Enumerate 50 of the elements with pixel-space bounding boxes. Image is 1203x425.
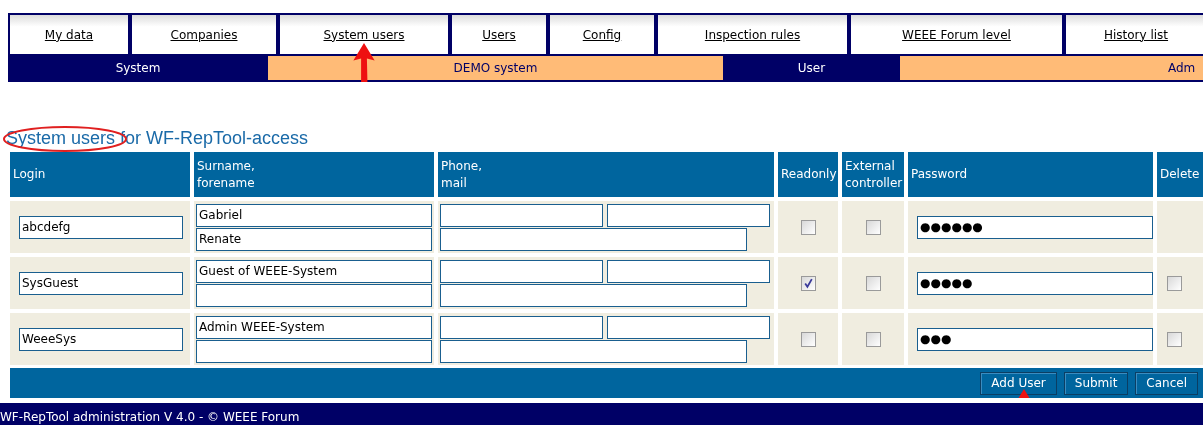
column-header: Delete xyxy=(1157,152,1203,197)
checkbox[interactable] xyxy=(865,331,881,347)
action-button[interactable]: Submit xyxy=(1063,371,1129,395)
nav-tab[interactable]: My data xyxy=(10,15,128,54)
column-header: Password xyxy=(908,152,1153,197)
input-field[interactable] xyxy=(196,339,432,363)
status-value: Adm xyxy=(900,56,1203,80)
column-header: External controller xyxy=(842,152,904,197)
checkbox[interactable] xyxy=(800,331,816,347)
input-field[interactable] xyxy=(440,339,747,363)
input-field[interactable]: ●●●●● xyxy=(917,271,1153,295)
column-header: Surname, forename xyxy=(194,152,434,197)
checkbox[interactable] xyxy=(1167,331,1182,347)
checkbox[interactable] xyxy=(865,219,881,235)
nav-tab[interactable]: Inspection rules xyxy=(658,15,847,54)
column-header: Phone, mail xyxy=(438,152,774,197)
action-button[interactable]: Add User xyxy=(980,371,1057,395)
status-value: DEMO system xyxy=(268,56,723,80)
input-field[interactable] xyxy=(196,283,432,307)
input-field[interactable] xyxy=(440,203,603,227)
checkbox[interactable] xyxy=(800,219,816,235)
input-field[interactable]: WeeeSys xyxy=(19,327,183,351)
checkbox[interactable] xyxy=(1167,275,1182,291)
input-field[interactable]: ●●● xyxy=(917,327,1153,351)
input-field[interactable]: ●●●●●● xyxy=(917,215,1153,239)
nav-tab[interactable]: System users xyxy=(280,15,448,54)
nav-tab[interactable]: Companies xyxy=(132,15,276,54)
input-field[interactable] xyxy=(607,315,770,339)
input-field[interactable]: Renate xyxy=(196,227,432,251)
input-field[interactable] xyxy=(440,259,603,283)
input-field[interactable] xyxy=(440,283,747,307)
checkbox[interactable] xyxy=(865,275,881,291)
input-field[interactable] xyxy=(440,227,747,251)
input-field[interactable]: Gabriel xyxy=(196,203,432,227)
nav-tab[interactable]: Users xyxy=(452,15,546,54)
input-field[interactable] xyxy=(607,203,770,227)
column-header: Readonly xyxy=(778,152,838,197)
input-field[interactable]: Guest of WEEE-System xyxy=(196,259,432,283)
checkbox[interactable] xyxy=(800,275,816,291)
action-button[interactable]: Cancel xyxy=(1135,371,1198,395)
nav-tab[interactable]: Config xyxy=(550,15,654,54)
column-header: Login xyxy=(10,152,190,197)
input-field[interactable] xyxy=(607,259,770,283)
input-field[interactable]: SysGuest xyxy=(19,271,183,295)
nav-tab[interactable]: History list xyxy=(1066,15,1203,54)
input-field[interactable] xyxy=(440,315,603,339)
input-field[interactable]: Admin WEEE-System xyxy=(196,315,432,339)
footer-text: WF-RepTool administration V 4.0 - © WEEE Forum xyxy=(0,403,1203,425)
input-field[interactable]: abcdefg xyxy=(19,215,183,239)
nav-tab[interactable]: WEEE Forum level xyxy=(851,15,1062,54)
